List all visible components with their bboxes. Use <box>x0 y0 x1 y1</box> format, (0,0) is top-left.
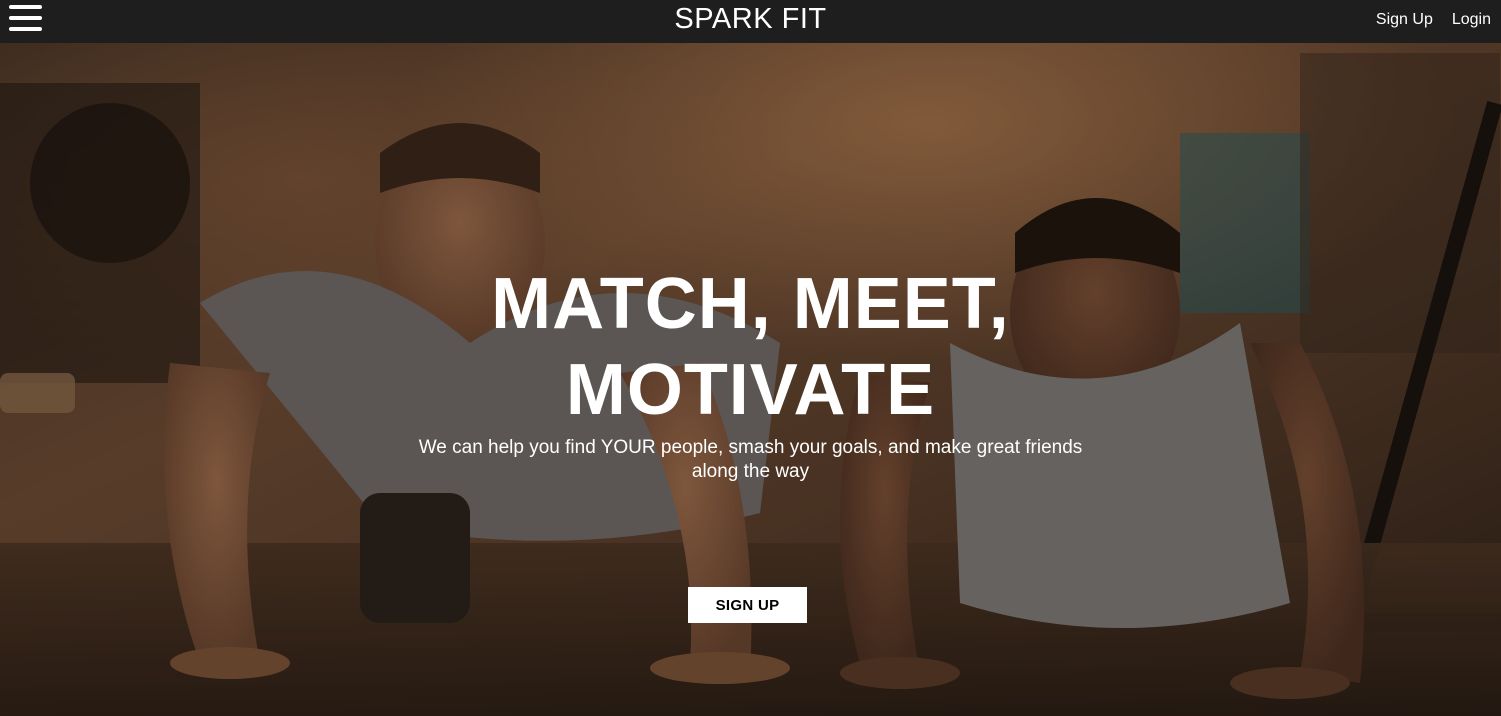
hero-subtext-line-2: along the way <box>691 461 810 482</box>
hero-subtext: We can help you find YOUR people, smash … <box>400 436 1101 484</box>
landing-page: SPARK FIT Sign Up Login MATCH, MEET, MOT… <box>0 0 1501 716</box>
sign-up-button[interactable]: SIGN UP <box>688 587 807 623</box>
hero-section: MATCH, MEET, MOTIVATE We can help you fi… <box>0 43 1501 716</box>
hamburger-menu-icon[interactable] <box>9 5 42 33</box>
hamburger-bar <box>9 27 42 31</box>
brand-logo[interactable]: SPARK FIT <box>674 3 826 35</box>
hero-subtext-line-1: We can help you find YOUR people, smash … <box>418 437 1083 458</box>
nav-link-login[interactable]: Login <box>1452 11 1491 29</box>
hero-headline-line-1: MATCH, MEET, <box>491 264 1010 344</box>
nav-links: Sign Up Login <box>1376 11 1491 29</box>
nav-link-sign-up[interactable]: Sign Up <box>1376 11 1433 29</box>
hamburger-bar <box>9 16 42 20</box>
hamburger-bar <box>9 5 42 9</box>
hero-headline-line-2: MOTIVATE <box>565 350 936 430</box>
top-navbar: SPARK FIT Sign Up Login <box>0 0 1501 43</box>
hero-headline: MATCH, MEET, MOTIVATE <box>0 261 1501 433</box>
brand-logo-container: SPARK FIT <box>0 3 1501 35</box>
